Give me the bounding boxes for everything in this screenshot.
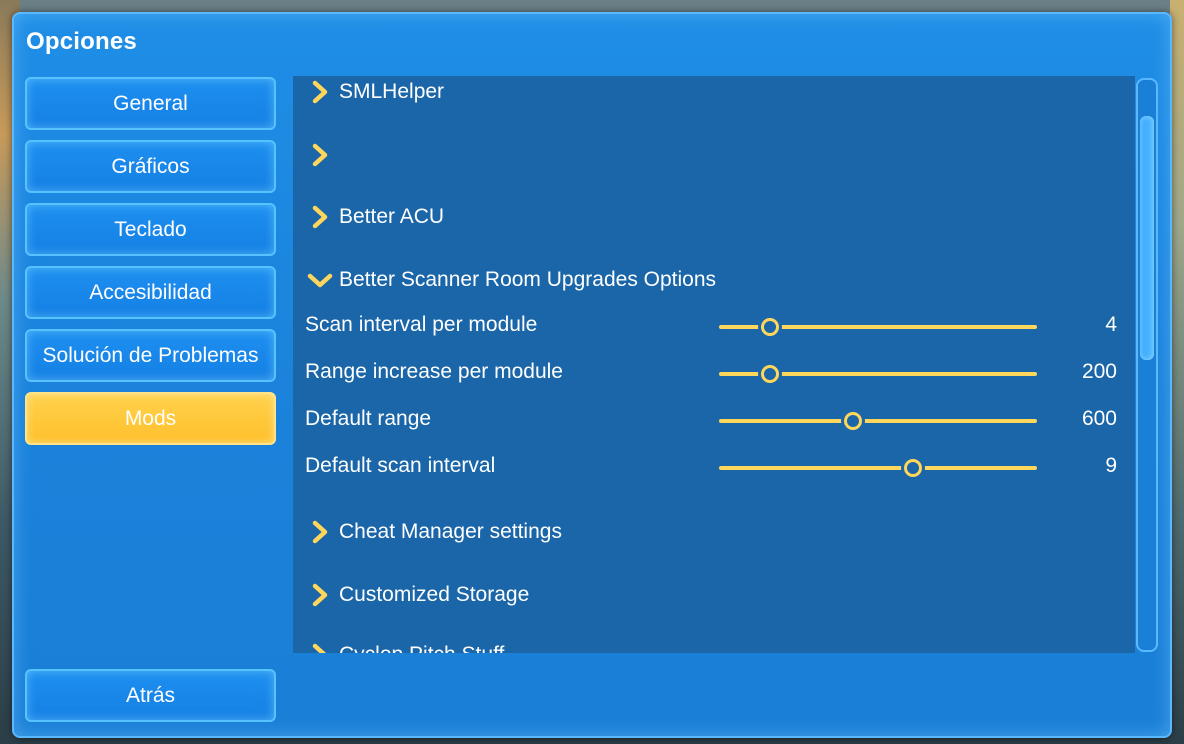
chevron-right-icon <box>305 580 335 610</box>
slider[interactable] <box>719 364 1037 384</box>
setting-value: 600 <box>1081 407 1117 430</box>
mod-group-better-acu[interactable]: Better ACU <box>293 197 444 237</box>
chevron-right-icon <box>305 140 335 170</box>
setting-default-range: Default range 600 <box>293 403 1135 439</box>
nav-button-troubleshooting[interactable]: Solución de Problemas <box>25 329 276 382</box>
setting-label: Range increase per module <box>305 360 563 383</box>
slider[interactable] <box>719 411 1037 431</box>
nav-button-keyboard[interactable]: Teclado <box>25 203 276 256</box>
chevron-right-icon <box>305 640 335 653</box>
mod-group-cheat-manager[interactable]: Cheat Manager settings <box>293 512 562 552</box>
content-scrollbar[interactable] <box>1136 78 1158 652</box>
mod-group-label: SMLHelper <box>339 80 445 103</box>
slider[interactable] <box>719 317 1037 337</box>
setting-default-scan-interval: Default scan interval 9 <box>293 450 1135 486</box>
slider-track <box>719 466 1037 470</box>
scrollbar-thumb[interactable] <box>1140 116 1154 360</box>
mods-content-panel: SMLHelper Better ACU Better Scanner Room… <box>293 76 1135 653</box>
background-scenery-right <box>1170 0 1184 744</box>
nav-button-general[interactable]: General <box>25 77 276 130</box>
mod-group-label: Cyclop Pitch Stuff <box>339 643 504 653</box>
mod-group-label: Cheat Manager settings <box>339 520 562 543</box>
nav-button-accessibility[interactable]: Accesibilidad <box>25 266 276 319</box>
mod-group-better-scanner-room[interactable]: Better Scanner Room Upgrades Options <box>293 260 716 300</box>
slider-knob[interactable] <box>843 412 862 430</box>
chevron-down-icon <box>305 265 335 295</box>
window-title: Opciones <box>26 28 137 55</box>
slider-knob[interactable] <box>760 318 779 336</box>
setting-range-increase-per-module: Range increase per module 200 <box>293 356 1135 392</box>
chevron-right-icon <box>305 77 335 107</box>
mod-group-unnamed[interactable] <box>293 135 339 175</box>
setting-value: 200 <box>1081 360 1117 383</box>
mod-group-customized-storage[interactable]: Customized Storage <box>293 575 529 615</box>
nav-button-graphics[interactable]: Gráficos <box>25 140 276 193</box>
mod-group-label: Customized Storage <box>339 583 530 606</box>
mod-group-cyclop-pitch[interactable]: Cyclop Pitch Stuff <box>293 635 504 653</box>
chevron-right-icon <box>305 517 335 547</box>
slider-knob[interactable] <box>760 365 779 383</box>
setting-value: 9 <box>1105 454 1117 477</box>
setting-label: Scan interval per module <box>305 313 538 336</box>
setting-label: Default range <box>305 407 432 430</box>
slider-knob[interactable] <box>903 459 922 477</box>
mod-group-label: Better Scanner Room Upgrades Options <box>339 268 717 291</box>
back-button[interactable]: Atrás <box>25 669 276 722</box>
nav-button-mods[interactable]: Mods <box>25 392 276 445</box>
slider[interactable] <box>719 458 1037 478</box>
setting-value: 4 <box>1105 313 1117 336</box>
chevron-right-icon <box>305 202 335 232</box>
setting-scan-interval-per-module: Scan interval per module 4 <box>293 309 1135 345</box>
setting-label: Default scan interval <box>305 454 496 477</box>
mod-group-smlhelper[interactable]: SMLHelper <box>293 76 444 112</box>
mod-group-label: Better ACU <box>339 205 445 228</box>
slider-track <box>719 419 1037 423</box>
